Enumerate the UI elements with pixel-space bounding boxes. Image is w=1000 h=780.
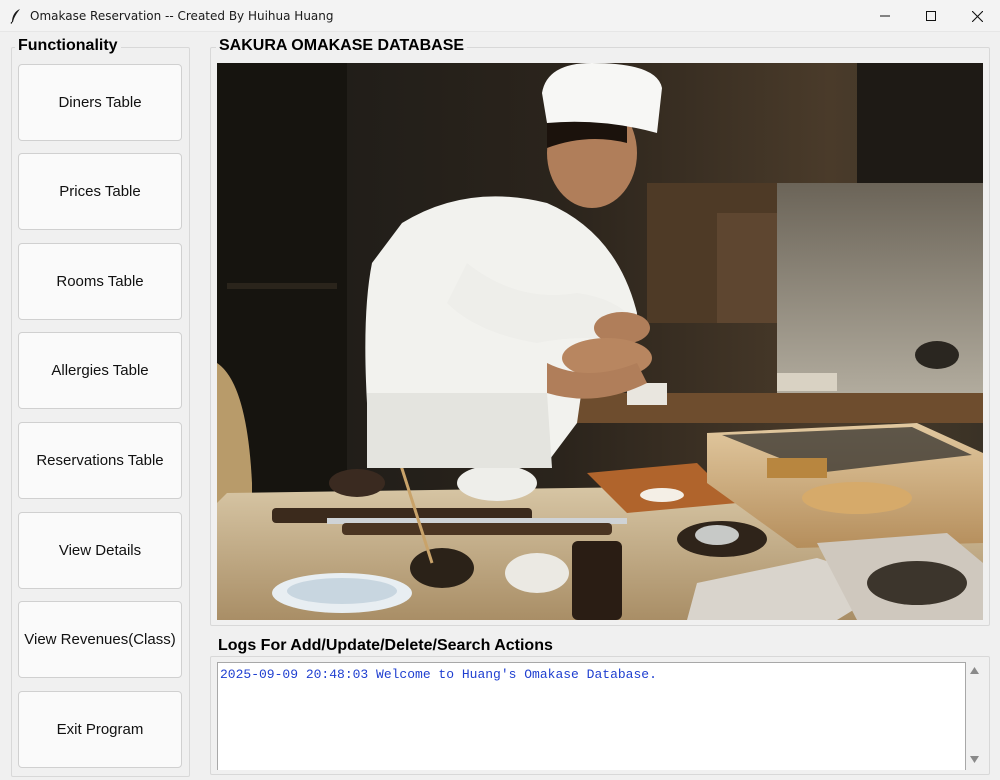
close-button[interactable] [954,0,1000,32]
feather-icon [10,9,20,24]
maximize-icon [926,11,936,21]
view-details-button[interactable]: View Details [18,512,182,589]
view-revenues-button[interactable]: View Revenues(Class) [18,601,182,678]
database-title: SAKURA OMAKASE DATABASE [216,37,468,55]
scroll-down-arrow-icon[interactable] [970,756,979,763]
diners-table-button[interactable]: Diners Table [18,64,182,141]
allergies-table-button[interactable]: Allergies Table [18,332,182,409]
reservations-table-button[interactable]: Reservations Table [18,422,182,499]
title-bar: Omakase Reservation -- Created By Huihua… [0,0,1000,32]
exit-program-button[interactable]: Exit Program [18,691,182,768]
log-line: 2025-09-09 20:48:03 Welcome to Huang's O… [220,667,657,682]
log-scrollbar[interactable] [966,662,983,770]
rooms-table-button[interactable]: Rooms Table [18,243,182,320]
window-title: Omakase Reservation -- Created By Huihua… [30,9,334,23]
minimize-button[interactable] [862,0,908,32]
close-icon [971,10,983,22]
scroll-up-arrow-icon[interactable] [970,667,979,674]
log-textarea[interactable]: 2025-09-09 20:48:03 Welcome to Huang's O… [217,662,966,770]
prices-table-button[interactable]: Prices Table [18,153,182,230]
functionality-title: Functionality [15,37,121,55]
maximize-button[interactable] [908,0,954,32]
chef-photo [217,63,983,620]
minimize-icon [880,15,890,17]
logs-title: Logs For Add/Update/Delete/Search Action… [215,637,556,655]
